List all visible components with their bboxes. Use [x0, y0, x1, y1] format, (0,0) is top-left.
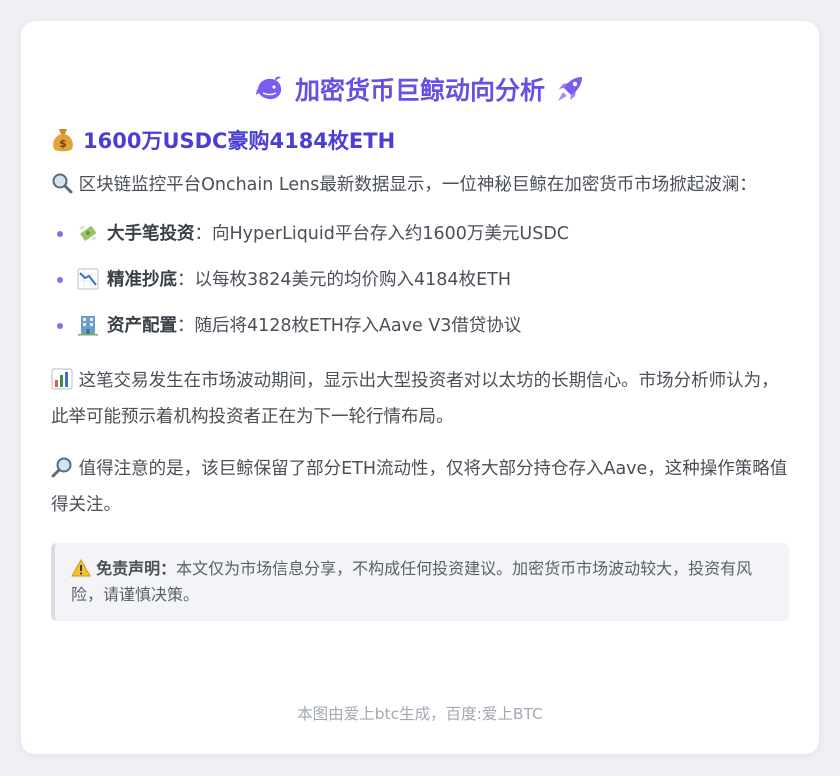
footer-credit: 本图由爱上btc生成，百度:爱上BTC	[297, 705, 543, 723]
point-text: ：向HyperLiquid平台存入约1600万美元USDC	[194, 224, 570, 244]
bullet-dot	[57, 277, 63, 283]
headline-text: 1600万USDC豪购4184枚ETH	[83, 129, 396, 153]
list-item: 资产配置：随后将4128枚ETH存入Aave V3借贷协议	[51, 303, 789, 349]
point-label: 大手笔投资	[107, 224, 195, 244]
whale-icon	[255, 76, 285, 107]
page-title: 加密货币巨鲸动向分析	[51, 71, 789, 111]
bar-chart-icon	[51, 368, 73, 390]
point-text: ：以每枚3824美元的均价购入4184枚ETH	[177, 270, 511, 290]
list-item: 大手笔投资：向HyperLiquid平台存入约1600万美元USDC	[51, 211, 789, 257]
rocket-icon	[555, 74, 585, 109]
point-label: 精准抄底	[107, 270, 177, 290]
intro-paragraph: 区块链监控平台Onchain Lens最新数据显示，一位神秘巨鲸在加密货币市场掀…	[51, 167, 789, 203]
magnifier-icon	[51, 172, 73, 194]
bullet-dot	[57, 323, 63, 329]
magnifier-right-icon	[51, 456, 73, 478]
headline: $ 1600万USDC豪购4184枚ETH	[51, 125, 789, 157]
intro-text: 区块链监控平台Onchain Lens最新数据显示，一位神秘巨鲸在加密货币市场掀…	[78, 175, 757, 195]
bank-building-icon	[77, 314, 99, 339]
disclaimer-label: 免责声明：	[96, 559, 177, 578]
svg-text:$: $	[59, 137, 67, 150]
title-text: 加密货币巨鲸动向分析	[294, 76, 545, 105]
list-item: 精准抄底：以每枚3824美元的均价购入4184枚ETH	[51, 257, 789, 303]
note-paragraph: 值得注意的是，该巨鲸保留了部分ETH流动性，仅将大部分持仓存入Aave，这种操作…	[51, 451, 789, 523]
bullet-dot	[57, 231, 63, 237]
analysis-text: 这笔交易发生在市场波动期间，显示出大型投资者对以太坊的长期信心。市场分析师认为，…	[51, 371, 779, 427]
chart-down-icon	[77, 268, 99, 293]
point-text: ：随后将4128枚ETH存入Aave V3借贷协议	[177, 316, 522, 336]
article-card: 加密货币巨鲸动向分析 $ 1600万USDC豪购4184枚ETH 区块链监控平台…	[21, 21, 819, 754]
money-wings-icon	[77, 222, 99, 247]
disclaimer-box: 免责声明：本文仅为市场信息分享，不构成任何投资建议。加密货币市场波动较大，投资有…	[51, 543, 789, 621]
key-points-list: 大手笔投资：向HyperLiquid平台存入约1600万美元USDC 精准抄底：…	[51, 211, 789, 349]
analysis-paragraph: 这笔交易发生在市场波动期间，显示出大型投资者对以太坊的长期信心。市场分析师认为，…	[51, 363, 789, 435]
note-text: 值得注意的是，该巨鲸保留了部分ETH流动性，仅将大部分持仓存入Aave，这种操作…	[51, 459, 788, 515]
money-bag-icon: $	[51, 127, 75, 156]
warning-icon	[71, 557, 91, 577]
point-label: 资产配置	[107, 316, 177, 336]
